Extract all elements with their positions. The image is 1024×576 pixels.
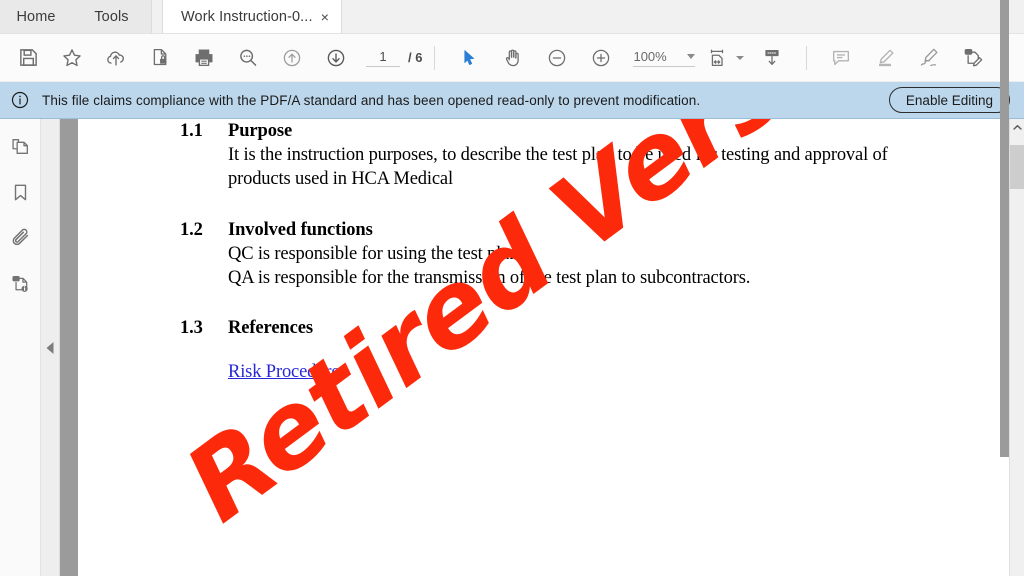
cloud-upload-icon[interactable] bbox=[94, 34, 138, 82]
fit-width-chevron-down-icon[interactable] bbox=[736, 55, 745, 60]
scrollbar-thumb[interactable] bbox=[1010, 145, 1024, 189]
attachments-icon[interactable] bbox=[0, 215, 41, 261]
pdf-page: eleased. Effective on 2022-02-07 1.1 Pur… bbox=[78, 119, 1009, 576]
section-title: Involved functions bbox=[228, 219, 373, 240]
section-title: References bbox=[228, 318, 313, 338]
enable-editing-button[interactable]: Enable Editing bbox=[888, 87, 1010, 113]
document-info-icon[interactable] bbox=[0, 261, 41, 307]
save-icon[interactable] bbox=[6, 34, 50, 82]
pane-collapse-handle[interactable] bbox=[41, 119, 60, 576]
document-section: 1.1 Purpose It is the instruction purpos… bbox=[180, 119, 920, 192]
section-heading: 1.1 Purpose bbox=[180, 119, 920, 143]
pdf-reader-window: Home Tools Work Instruction-0... × 1 / 6… bbox=[0, 0, 1024, 576]
zoom-level-value: 100% bbox=[633, 48, 667, 64]
document-lock-icon[interactable] bbox=[138, 34, 182, 82]
info-icon bbox=[10, 90, 30, 110]
section-number: 1.1 bbox=[180, 121, 203, 141]
document-viewer: eleased. Effective on 2022-02-07 1.1 Pur… bbox=[60, 119, 1009, 576]
zoom-level-select[interactable]: 100% bbox=[633, 48, 696, 67]
chevron-down-icon bbox=[687, 53, 696, 59]
toolbar-divider-2 bbox=[806, 45, 808, 70]
page-thumbnails-icon[interactable] bbox=[0, 123, 41, 169]
section-body-line: products used in HCA Medical bbox=[228, 169, 453, 190]
sign-icon[interactable] bbox=[907, 34, 951, 82]
hand-tool-icon[interactable] bbox=[491, 34, 535, 82]
document-text-content: 1.1 Purpose It is the instruction purpos… bbox=[180, 119, 920, 384]
reference-link-row: Risk Procedure bbox=[228, 360, 920, 384]
pdfa-notification-bar: This file claims compliance with the PDF… bbox=[0, 82, 1024, 119]
tab-tools-label: Tools bbox=[94, 8, 129, 25]
tab-document[interactable]: Work Instruction-0... × bbox=[162, 0, 342, 33]
next-page-icon[interactable] bbox=[314, 34, 358, 82]
tab-document-label: Work Instruction-0... bbox=[181, 8, 313, 25]
notification-message: This file claims compliance with the PDF… bbox=[42, 92, 701, 108]
tab-bar: Home Tools Work Instruction-0... × bbox=[0, 0, 1024, 34]
star-icon[interactable] bbox=[50, 34, 94, 82]
vertical-scrollbar[interactable] bbox=[1009, 119, 1024, 576]
print-icon[interactable] bbox=[182, 34, 226, 82]
link-gap bbox=[180, 340, 920, 360]
page-total-label: / 6 bbox=[408, 50, 423, 65]
risk-procedure-link[interactable]: Risk Procedure bbox=[228, 362, 340, 382]
scroll-mode-icon[interactable] bbox=[750, 34, 794, 82]
viewer-right-edge bbox=[1000, 0, 1009, 457]
zoom-out-icon[interactable] bbox=[535, 34, 579, 82]
scroll-up-arrow-icon[interactable] bbox=[1010, 119, 1024, 136]
section-body-line: It is the instruction purposes, to descr… bbox=[228, 145, 888, 166]
tab-home[interactable]: Home bbox=[0, 0, 72, 33]
fill-and-sign-icon[interactable] bbox=[951, 34, 995, 82]
section-body-line: QA is responsible for the transmission o… bbox=[228, 267, 751, 288]
section-body-line: QC is responsible for using the test pla… bbox=[228, 243, 523, 264]
page-number-input[interactable]: 1 bbox=[366, 49, 400, 67]
section-heading: 1.3 References bbox=[180, 316, 920, 340]
comment-icon[interactable] bbox=[819, 34, 863, 82]
navigation-rail bbox=[0, 119, 41, 576]
document-section: 1.2 Involved functions QC is responsible… bbox=[180, 218, 920, 291]
zoom-in-icon[interactable] bbox=[579, 34, 623, 82]
tab-home-label: Home bbox=[16, 8, 56, 25]
section-number: 1.3 bbox=[180, 318, 203, 338]
close-icon[interactable]: × bbox=[321, 10, 329, 24]
section-title: Purpose bbox=[228, 121, 293, 141]
document-section: 1.3 References bbox=[180, 316, 920, 340]
section-heading: 1.2 Involved functions bbox=[180, 218, 920, 242]
main-toolbar: 1 / 6 100% bbox=[0, 34, 1024, 82]
tab-gap bbox=[152, 0, 162, 33]
tab-tools[interactable]: Tools bbox=[72, 0, 152, 33]
chevron-left-icon[interactable] bbox=[46, 342, 54, 354]
page-navigation: 1 / 6 bbox=[366, 49, 422, 67]
highlight-icon[interactable] bbox=[863, 34, 907, 82]
fit-width-icon[interactable] bbox=[701, 34, 733, 82]
bookmarks-icon[interactable] bbox=[0, 169, 41, 215]
select-cursor-icon[interactable] bbox=[447, 34, 491, 82]
previous-page-icon[interactable] bbox=[270, 34, 314, 82]
toolbar-divider-1 bbox=[434, 45, 436, 70]
tab-bar-filler bbox=[342, 0, 1024, 33]
section-number: 1.2 bbox=[180, 219, 203, 240]
search-icon[interactable] bbox=[226, 34, 270, 82]
